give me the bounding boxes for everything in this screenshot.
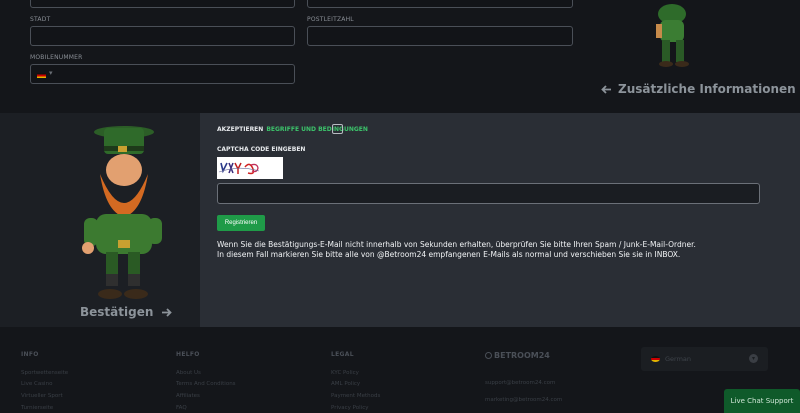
- brand-logo[interactable]: BETROOM24: [485, 351, 550, 360]
- email-notice: Wenn Sie die Bestätigungs-E-Mail nicht i…: [217, 240, 696, 260]
- notice-line-1: Wenn Sie die Bestätigungs-E-Mail nicht i…: [217, 240, 696, 249]
- footer-link[interactable]: Turnierseite: [21, 405, 53, 411]
- previous-field-right[interactable]: [307, 0, 573, 8]
- registration-form-top: STADT POSTLEITZAHL MOBILENUMMER ▾ Zusätz…: [0, 0, 800, 113]
- brand-name: BETROOM24: [494, 351, 550, 360]
- city-input[interactable]: [30, 26, 295, 46]
- footer-link[interactable]: Privacy Policy: [331, 405, 368, 411]
- postal-code-input[interactable]: [307, 26, 573, 46]
- leprechaun-mascot: [82, 126, 162, 299]
- country-dropdown-icon[interactable]: ▾: [49, 69, 53, 77]
- confirm-link[interactable]: Bestätigen: [80, 305, 173, 319]
- footer-link[interactable]: KYC Policy: [331, 370, 359, 376]
- chevron-down-icon: ▾: [749, 354, 758, 363]
- footer-col1-heading: INFO: [21, 351, 39, 358]
- captcha-input[interactable]: [217, 183, 760, 204]
- language-selector[interactable]: German ▾: [641, 347, 768, 371]
- leprechaun-mascot-small: [656, 4, 689, 67]
- footer-link[interactable]: Live Casino: [21, 381, 52, 387]
- additional-info-label: Zusätzliche Informationen: [618, 82, 796, 96]
- footer-link[interactable]: Payment Methods: [331, 393, 380, 399]
- footer-link[interactable]: About Us: [176, 370, 201, 376]
- germany-flag-icon[interactable]: [37, 73, 46, 78]
- footer-link[interactable]: Affiliates: [176, 393, 200, 399]
- mobile-number-input[interactable]: ▾: [30, 64, 295, 84]
- logo-ring-icon: [485, 352, 492, 359]
- footer-col2-heading: HELFO: [176, 351, 200, 358]
- previous-field[interactable]: [30, 0, 295, 8]
- notice-line-2: In diesem Fall markieren Sie bitte alle …: [217, 250, 681, 259]
- terms-row: AKZEPTIEREN BEGRIFFE UND BEDINGUNGEN: [217, 126, 368, 133]
- terms-checkbox[interactable]: [332, 124, 343, 134]
- terms-link[interactable]: BEGRIFFE UND BEDINGUNGEN: [266, 126, 368, 133]
- germany-flag-icon: [651, 356, 660, 362]
- confirm-label: Bestätigen: [80, 305, 154, 319]
- footer-link[interactable]: FAQ: [176, 405, 187, 411]
- live-chat-button[interactable]: Live Chat Support: [724, 389, 800, 413]
- footer-link[interactable]: Terms And Conditions: [176, 381, 236, 387]
- arrow-right-icon: [162, 307, 173, 317]
- mobile-number-label: MOBILENUMMER: [30, 54, 83, 61]
- arrow-left-icon: [601, 84, 611, 94]
- captcha-image: [217, 157, 283, 179]
- footer-col3-heading: LEGAL: [331, 351, 354, 358]
- support-email[interactable]: support@betroom24.com: [485, 380, 555, 386]
- captcha-label: CAPTCHA CODE EINGEBEN: [217, 146, 306, 153]
- language-label: German: [665, 355, 692, 363]
- additional-info-link[interactable]: Zusätzliche Informationen: [601, 82, 796, 96]
- postal-code-label: POSTLEITZAHL: [307, 16, 354, 23]
- footer-link[interactable]: Sportwettenseite: [21, 370, 68, 376]
- accept-label: AKZEPTIEREN: [217, 126, 264, 133]
- footer-link[interactable]: Virtueller Sport: [21, 393, 63, 399]
- marketing-email[interactable]: marketing@betroom24.com: [485, 397, 562, 403]
- footer-link[interactable]: AML Policy: [331, 381, 360, 387]
- register-button[interactable]: Registrieren: [217, 215, 265, 231]
- city-label: STADT: [30, 16, 51, 23]
